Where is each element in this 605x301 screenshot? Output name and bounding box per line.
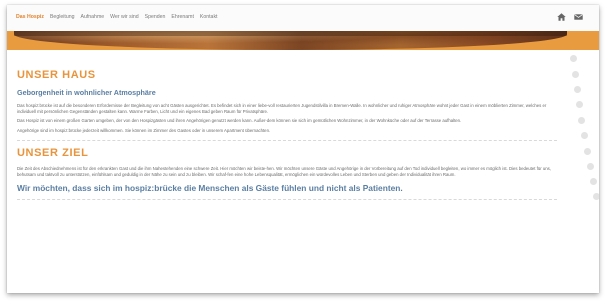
paragraph: Das Hospiz ist von einem großen Garten u… [17, 118, 462, 124]
mail-icon[interactable] [574, 14, 583, 20]
paragraph: Das hospiz:brücke ist auf die besonderen… [17, 103, 547, 115]
top-navigation: Das Hospiz Begleitung Aufnahme Wer wir s… [7, 5, 599, 32]
nav-item-spenden[interactable]: Spenden [145, 14, 166, 20]
section-subheading: Geborgenheit in wohnlicher Atmosphäre [17, 88, 156, 97]
section-heading-unser-ziel: UNSER ZIEL [17, 146, 89, 159]
main-content: UNSER HAUS Geborgenheit in wohnlicher At… [17, 53, 557, 201]
page: Das Hospiz Begleitung Aufnahme Wer wir s… [7, 5, 599, 293]
decorative-dot [593, 193, 599, 200]
home-icon[interactable] [557, 13, 566, 21]
section-heading-unser-haus: UNSER HAUS [17, 69, 96, 81]
header-banner [7, 31, 599, 50]
paragraph: Die Zeit des Abschiednehmens ist für den… [17, 165, 551, 178]
nav-menu: Das Hospiz Begleitung Aufnahme Wer wir s… [16, 14, 217, 20]
decorative-dot [574, 86, 581, 93]
nav-item-das-hospiz[interactable]: Das Hospiz [16, 14, 44, 20]
paragraph: Angehörige sind im hospiz:brücke jederze… [17, 127, 271, 133]
decorative-dot [576, 101, 583, 108]
dashed-divider [17, 199, 557, 201]
banner-photo [14, 31, 567, 50]
decorative-dot [584, 148, 591, 155]
decorative-dot [587, 163, 594, 170]
nav-item-kontakt[interactable]: Kontakt [200, 14, 218, 20]
nav-item-begleitung[interactable]: Begleitung [50, 14, 75, 20]
decorative-dot [572, 71, 579, 78]
nav-item-wer-wir-sind[interactable]: Wer wir sind [110, 14, 138, 20]
decorative-dot [590, 178, 597, 185]
nav-item-ehrenamt[interactable]: Ehrenamt [171, 14, 194, 20]
nav-icons [557, 13, 583, 21]
goal-statement: Wir möchten, dass sich im hospiz:brücke … [17, 183, 403, 194]
dashed-divider [17, 139, 557, 141]
decorative-dot [570, 55, 577, 62]
decorative-dot [581, 132, 588, 139]
nav-item-aufnahme[interactable]: Aufnahme [81, 14, 105, 20]
decorative-dot [578, 117, 585, 124]
